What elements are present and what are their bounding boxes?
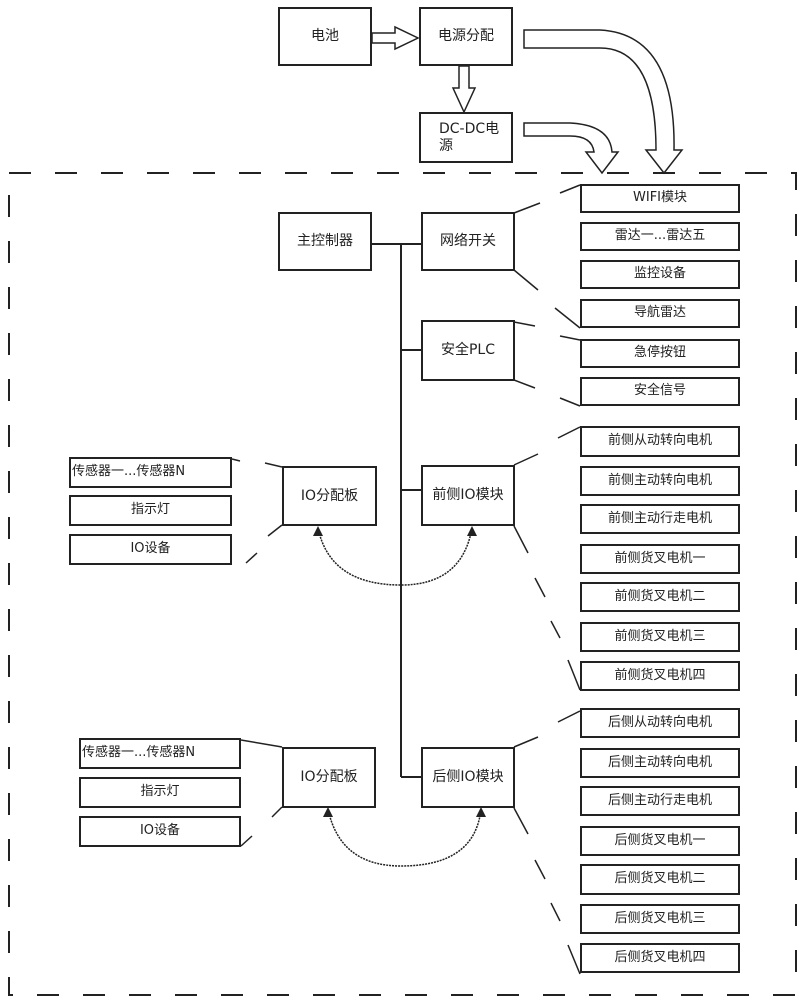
link-front-board-to-front-io <box>317 527 473 586</box>
link-rear-board-to-rear-io <box>327 808 482 867</box>
rear-io-device-box: IO设备 <box>79 816 241 847</box>
rear-indicator-box: 指示灯 <box>79 777 241 808</box>
rear-motor-box: 后侧货叉电机三 <box>580 904 740 934</box>
front-io-board-box: IO分配板 <box>282 466 377 526</box>
rear-motor-box: 后侧货叉电机二 <box>580 864 740 895</box>
dcdc-box: DC-DC电源 <box>419 112 513 163</box>
battery-box: 电池 <box>278 7 372 66</box>
rear-sensors-box: 传感器一...传感器N <box>79 738 241 769</box>
arrow-battery-to-distribution <box>371 25 420 51</box>
safety-plc-box: 安全PLC <box>421 320 515 381</box>
main-controller-box: 主控制器 <box>278 212 372 271</box>
rear-motor-box: 后侧从动转向电机 <box>580 708 740 738</box>
front-motor-box: 前侧货叉电机三 <box>580 622 740 652</box>
rear-motor-box: 后侧货叉电机四 <box>580 943 740 973</box>
front-io-device-box: IO设备 <box>69 534 232 565</box>
rear-motor-box: 后侧货叉电机一 <box>580 826 740 856</box>
nav-radar-box: 导航雷达 <box>580 299 740 328</box>
front-motor-box: 前侧从动转向电机 <box>580 426 740 457</box>
safety-signal-box: 安全信号 <box>580 377 740 406</box>
front-sensors-box: 传感器一...传感器N <box>69 457 232 488</box>
front-motor-box: 前侧主动行走电机 <box>580 504 740 534</box>
arrow-dcdc-to-vehicle <box>523 122 620 175</box>
power-distribution-box: 电源分配 <box>419 7 513 66</box>
rear-motor-box: 后侧主动行走电机 <box>580 786 740 816</box>
estop-box: 急停按钮 <box>580 339 740 368</box>
radar-box: 雷达一...雷达五 <box>580 222 740 251</box>
network-switch-box: 网络开关 <box>421 212 515 271</box>
front-indicator-box: 指示灯 <box>69 495 232 526</box>
monitoring-box: 监控设备 <box>580 260 740 289</box>
arrow-distribution-to-dcdc <box>451 65 477 114</box>
rear-io-board-box: IO分配板 <box>282 747 376 808</box>
front-motor-box: 前侧货叉电机四 <box>580 661 740 691</box>
front-motor-box: 前侧主动转向电机 <box>580 466 740 496</box>
front-motor-box: 前侧货叉电机一 <box>580 544 740 574</box>
rear-motor-box: 后侧主动转向电机 <box>580 748 740 778</box>
rear-io-module-box: 后侧IO模块 <box>421 747 515 808</box>
front-io-module-box: 前侧IO模块 <box>421 465 515 526</box>
wifi-module-box: WIFI模块 <box>580 184 740 213</box>
front-motor-box: 前侧货叉电机二 <box>580 582 740 612</box>
